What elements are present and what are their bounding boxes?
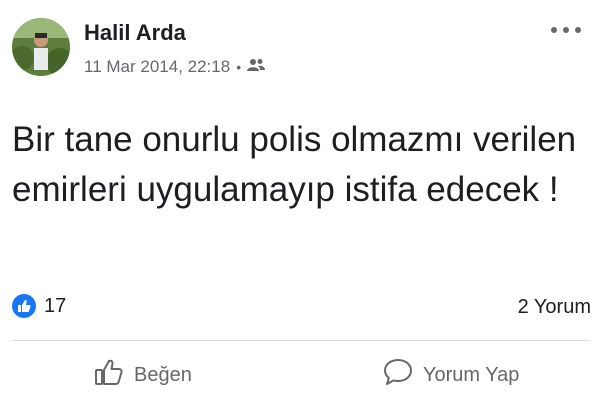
avatar[interactable]	[12, 18, 70, 76]
reactions-summary[interactable]: 17	[12, 294, 66, 318]
like-icon	[12, 294, 36, 318]
thumbs-up-icon	[94, 358, 124, 392]
like-button[interactable]: Beğen	[94, 355, 192, 395]
reaction-count: 17	[44, 294, 67, 317]
more-options-button[interactable]	[551, 20, 581, 40]
post-text: Bir tane onurlu polis olmazmı verilen em…	[12, 120, 577, 209]
like-label: Beğen	[134, 363, 192, 386]
meta-separator: •	[236, 59, 242, 75]
author-name[interactable]: Halil Arda	[84, 20, 186, 46]
more-dot	[551, 27, 557, 33]
comment-label: Yorum Yap	[423, 363, 520, 386]
more-dot	[563, 27, 569, 33]
more-dot	[575, 27, 581, 33]
friends-icon	[247, 57, 266, 77]
comment-button[interactable]: Yorum Yap	[383, 355, 519, 395]
divider	[12, 340, 591, 341]
comment-count[interactable]: 2 Yorum	[518, 296, 591, 319]
comment-icon	[383, 358, 413, 392]
post-meta: 11 Mar 2014, 22:18 •	[84, 57, 266, 77]
post-timestamp[interactable]: 11 Mar 2014, 22:18	[84, 57, 230, 77]
